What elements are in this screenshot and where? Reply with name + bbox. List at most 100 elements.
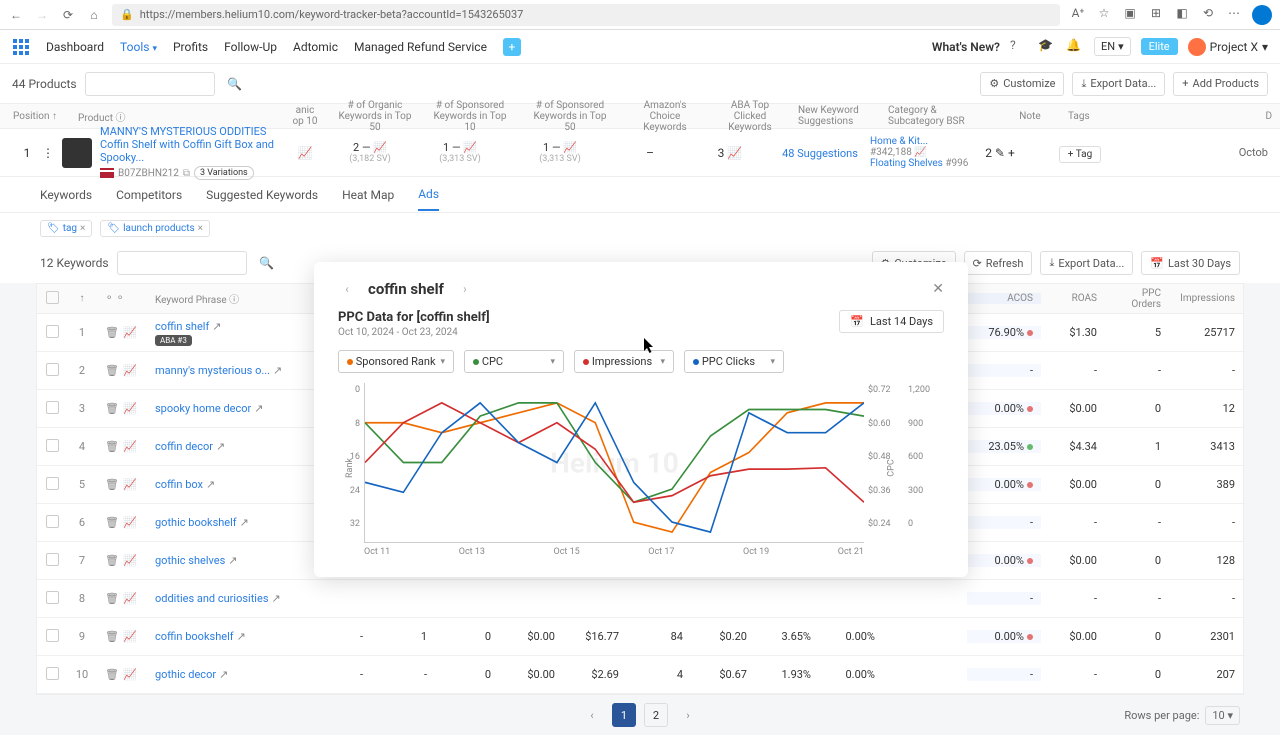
row-phrase[interactable]: coffin box↗: [147, 478, 307, 491]
col-org10[interactable]: anic op 10: [280, 105, 330, 127]
select-sponsored-rank[interactable]: Sponsored Rank▾: [338, 350, 454, 373]
lang-select[interactable]: EN▾: [1094, 37, 1131, 56]
row-check[interactable]: [37, 325, 67, 341]
apps-icon[interactable]: [12, 38, 30, 56]
star-icon[interactable]: ☆: [1096, 5, 1112, 21]
kw-refresh-button[interactable]: ⟳ Refresh: [964, 251, 1033, 275]
nav-dashboard[interactable]: Dashboard: [46, 40, 104, 54]
page-1[interactable]: 1: [612, 703, 636, 727]
tab-heatmap[interactable]: Heat Map: [342, 180, 394, 210]
modal-close-icon[interactable]: ✕: [932, 281, 944, 297]
modal-next-icon[interactable]: ›: [456, 280, 474, 298]
row-check[interactable]: [37, 553, 67, 569]
kt-header-acos[interactable]: ACOS: [967, 293, 1041, 304]
nav-adtomic[interactable]: Adtomic: [293, 40, 338, 54]
row-icons[interactable]: 🗑📈: [97, 478, 147, 492]
kt-header-check[interactable]: [37, 291, 67, 307]
tab-keywords[interactable]: Keywords: [40, 180, 92, 210]
row-icons[interactable]: 🗑📈: [97, 516, 147, 530]
tab-competitors[interactable]: Competitors: [116, 180, 182, 210]
profile-icon[interactable]: [1252, 5, 1272, 25]
row-icons[interactable]: 🗑📈: [97, 326, 147, 340]
kt-header-sort[interactable]: ↑: [67, 293, 97, 304]
row-check[interactable]: [37, 629, 67, 645]
keyword-search-input[interactable]: [117, 251, 247, 275]
nav-managed-refund[interactable]: Managed Refund Service: [354, 40, 487, 54]
kt-header-ppcorders[interactable]: PPC Orders: [1105, 288, 1169, 310]
kw-daterange-button[interactable]: 📅 Last 30 Days: [1141, 251, 1240, 275]
metric-suggestions[interactable]: 48 Suggestions: [770, 146, 870, 160]
col-position[interactable]: Position ↑: [0, 111, 70, 122]
product-image[interactable]: [62, 138, 92, 168]
row-phrase[interactable]: gothic bookshelf↗: [147, 516, 307, 529]
col-amzchoice[interactable]: Amazon's Choice Keywords: [620, 100, 710, 133]
nav-followup[interactable]: Follow-Up: [224, 40, 277, 54]
filter-tag[interactable]: 🏷 tag ×: [40, 220, 92, 237]
url-bar[interactable]: 🔒 https://members.helium10.com/keyword-t…: [112, 4, 1060, 26]
row-phrase[interactable]: coffin shelf↗ABA #3: [147, 320, 307, 346]
variations-badge[interactable]: 3 Variations: [194, 166, 254, 180]
kt-header-phrase[interactable]: Keyword Phrase ⓘ: [147, 291, 307, 306]
kw-export-button[interactable]: ⤓ Export Data...: [1040, 251, 1133, 275]
row-phrase[interactable]: manny's mysterious o...↗: [147, 364, 307, 377]
rows-select[interactable]: 10 ▾: [1205, 706, 1240, 725]
row-icons[interactable]: 🗑📈: [97, 440, 147, 454]
refresh-icon[interactable]: ⟳: [60, 7, 76, 23]
chart-plot[interactable]: Helium 10: [364, 383, 864, 543]
customize-button[interactable]: ⚙ Customize: [980, 72, 1064, 96]
col-category[interactable]: Category & Subcategory BSR: [880, 105, 1000, 127]
row-icons[interactable]: 🗑📈: [97, 630, 147, 644]
extension-icon[interactable]: ◧: [1174, 5, 1190, 21]
nav-tools[interactable]: Tools: [120, 40, 157, 54]
col-spon50[interactable]: # of Sponsored Keywords in Top 50: [520, 100, 620, 133]
filter-launch[interactable]: 🏷 launch products ×: [100, 220, 210, 237]
select-impressions[interactable]: Impressions▾: [574, 350, 674, 373]
text-size-icon[interactable]: A⁺: [1070, 5, 1086, 21]
tabs-icon[interactable]: ▣: [1122, 5, 1138, 21]
product-search-input[interactable]: [85, 72, 215, 96]
row-check[interactable]: [37, 591, 67, 607]
forward-icon[interactable]: →: [34, 7, 50, 23]
row-phrase[interactable]: coffin bookshelf↗: [147, 630, 307, 643]
whats-new[interactable]: What's New?: [932, 40, 1000, 54]
note-cell[interactable]: 2 ✎ +: [970, 146, 1030, 160]
chart-icon-1[interactable]: 📈: [280, 146, 330, 160]
row-check[interactable]: [37, 439, 67, 455]
copy-icon[interactable]: ⧉: [183, 168, 190, 179]
col-tags[interactable]: Tags: [1060, 111, 1160, 122]
home-icon[interactable]: ⌂: [86, 7, 102, 23]
row-phrase[interactable]: oddities and curiosities↗: [147, 592, 307, 605]
col-org50[interactable]: # of Organic Keywords in Top 50: [330, 100, 420, 133]
row-icons[interactable]: 🗑📈: [97, 668, 147, 682]
row-icons[interactable]: 🗑📈: [97, 402, 147, 416]
col-newkw[interactable]: New Keyword Suggestions: [790, 105, 880, 127]
add-products-button[interactable]: + Add Products: [1173, 72, 1268, 96]
select-ppc-clicks[interactable]: PPC Clicks▾: [684, 350, 784, 373]
tab-suggested[interactable]: Suggested Keywords: [206, 180, 318, 210]
nav-profits[interactable]: Profits: [173, 40, 208, 54]
product-search-button[interactable]: 🔍: [223, 72, 247, 96]
row-check[interactable]: [37, 363, 67, 379]
row-check[interactable]: [37, 401, 67, 417]
kt-header-roas[interactable]: ROAS: [1041, 293, 1105, 304]
modal-date-picker[interactable]: 📅 Last 14 Days: [839, 310, 944, 333]
tag-cell[interactable]: + Tag: [1030, 146, 1130, 160]
row-icons[interactable]: 🗑📈: [97, 364, 147, 378]
menu-icon[interactable]: ⋯: [1226, 5, 1242, 21]
product-menu-icon[interactable]: ⋮: [42, 146, 62, 160]
help-icon[interactable]: ?: [1010, 38, 1028, 56]
tab-ads[interactable]: Ads: [418, 179, 439, 211]
row-icons[interactable]: 🗑📈: [97, 592, 147, 606]
page-2[interactable]: 2: [644, 703, 668, 727]
row-icons[interactable]: 🗑📈: [97, 554, 147, 568]
row-phrase[interactable]: gothic shelves↗: [147, 554, 307, 567]
notification-icon[interactable]: 🔔: [1066, 38, 1084, 56]
select-cpc[interactable]: CPC▾: [464, 350, 564, 373]
row-phrase[interactable]: gothic decor↗: [147, 668, 307, 681]
plus-badge[interactable]: +: [503, 38, 521, 56]
product-title[interactable]: MANNY'S MYSTERIOUS ODDITIES Coffin Shelf…: [100, 125, 280, 165]
kt-header-impressions[interactable]: Impressions: [1169, 293, 1243, 304]
keyword-search-button[interactable]: 🔍: [255, 251, 279, 275]
row-check[interactable]: [37, 667, 67, 683]
page-next[interactable]: ›: [676, 703, 700, 727]
